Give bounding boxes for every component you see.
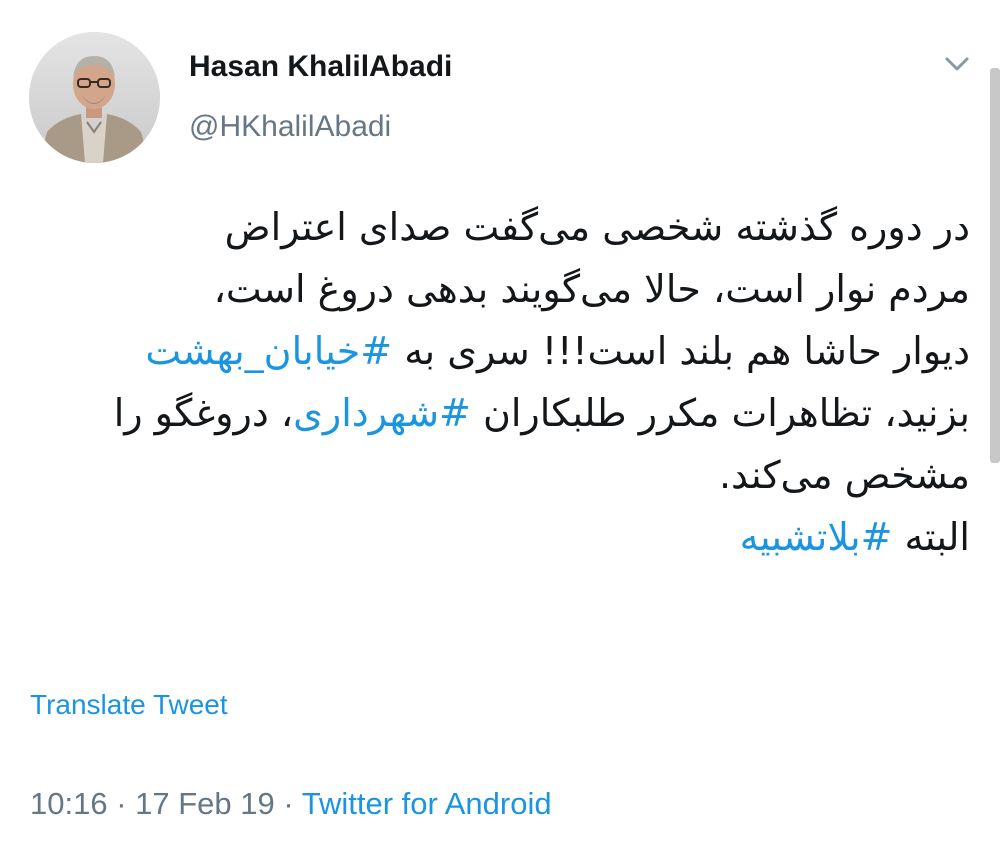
tweet-text-segment: مشخص می‌کند.: [718, 453, 970, 497]
tweet-line: دیوار حاشا هم بلند است!!! سری به #خیابان…: [30, 320, 970, 382]
tweet-text-segment: البته: [892, 515, 970, 559]
tweet-line: بزنید، تظاهرات مکرر طلبکاران #شهرداری، د…: [30, 382, 970, 444]
tweet-text-segment: مردم نوار است، حالا می‌گویند بدهی دروغ ا…: [213, 267, 970, 311]
user-handle[interactable]: @HKhalilAbadi: [189, 110, 391, 144]
chevron-down-icon[interactable]: [939, 49, 975, 79]
profile-photo-icon: [29, 32, 160, 163]
tweet-text-segment: بزنید، تظاهرات مکرر طلبکاران: [470, 391, 970, 435]
tweet-line: البته #بلاتشبیه: [30, 506, 970, 568]
tweet-line: مشخص می‌کند.: [30, 444, 970, 506]
tweet-text-segment: دیوار حاشا هم بلند است!!! سری به: [392, 329, 970, 373]
separator: ·: [274, 786, 302, 821]
tweet-line: مردم نوار است، حالا می‌گویند بدهی دروغ ا…: [30, 258, 970, 320]
scrollbar[interactable]: [990, 68, 1000, 463]
tweet-text: در دوره گذشته شخصی می‌گفت صدای اعتراض مرد…: [30, 196, 970, 568]
tweet-text-segment: ، دروغگو را: [113, 391, 294, 435]
tweet-text-segment: در دوره گذشته شخصی می‌گفت صدای اعتراض: [224, 205, 970, 249]
hashtag-link[interactable]: #خیابان_بهشت: [145, 329, 392, 373]
translate-tweet-link[interactable]: Translate Tweet: [30, 689, 228, 721]
tweet-meta: 10:16 · 17 Feb 19 · Twitter for Android: [30, 786, 552, 822]
tweet-date[interactable]: 17 Feb 19: [135, 786, 275, 821]
tweet-source[interactable]: Twitter for Android: [302, 786, 552, 821]
avatar[interactable]: [29, 32, 160, 163]
tweet-line: در دوره گذشته شخصی می‌گفت صدای اعتراض: [30, 196, 970, 258]
hashtag-link[interactable]: #بلاتشبیه: [740, 515, 893, 559]
tweet-time[interactable]: 10:16: [30, 786, 108, 821]
hashtag-link[interactable]: #شهرداری: [293, 391, 471, 435]
separator: ·: [107, 786, 136, 821]
display-name[interactable]: Hasan KhalilAbadi: [189, 50, 452, 84]
